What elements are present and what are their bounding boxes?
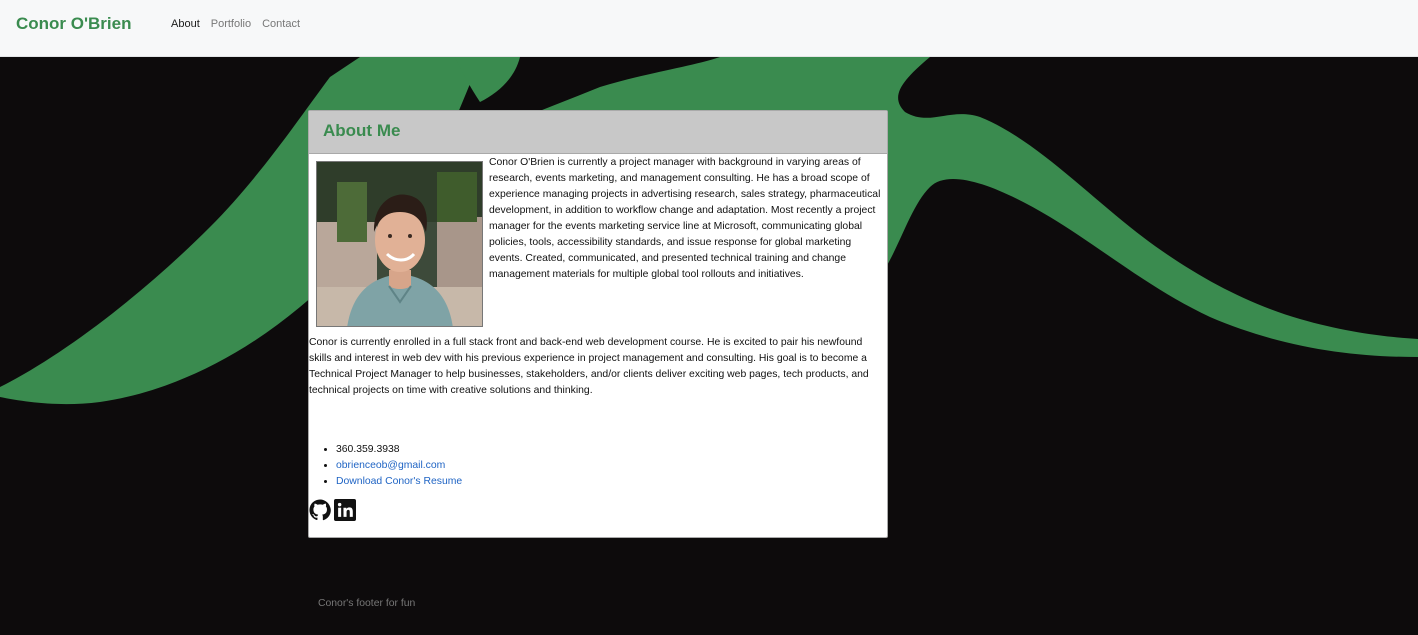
card-header: About Me [309,111,887,154]
footer-text: Conor's footer for fun [318,598,416,609]
profile-photo [316,161,483,327]
bio-paragraph-intro: Conor O'Brien is currently a project man… [489,157,881,280]
nav-links: About Portfolio Contact [171,18,311,30]
social-links [309,499,356,521]
nav-link-contact[interactable]: Contact [262,18,300,30]
list-item-email: obrienceob@gmail.com [336,458,462,474]
resume-download-link[interactable]: Download Conor's Resume [336,476,462,487]
list-item-resume: Download Conor's Resume [336,474,462,490]
top-navbar: Conor O'Brien About Portfolio Contact [0,0,1418,57]
github-icon[interactable] [309,499,331,521]
about-me-card: About Me Conor O'Brien is currently a pr… [308,110,888,538]
phone-number: 360.359.3938 [336,442,462,458]
linkedin-icon[interactable] [334,499,356,521]
card-title: About Me [323,121,401,140]
brand-logo-link[interactable]: Conor O'Brien [16,14,132,34]
nav-link-about[interactable]: About [171,18,200,30]
email-link[interactable]: obrienceob@gmail.com [336,460,445,471]
nav-link-portfolio[interactable]: Portfolio [211,18,251,30]
bio-paragraph-goals: Conor is currently enrolled in a full st… [309,337,869,396]
contact-list: 360.359.3938 obrienceob@gmail.com Downlo… [309,442,462,490]
